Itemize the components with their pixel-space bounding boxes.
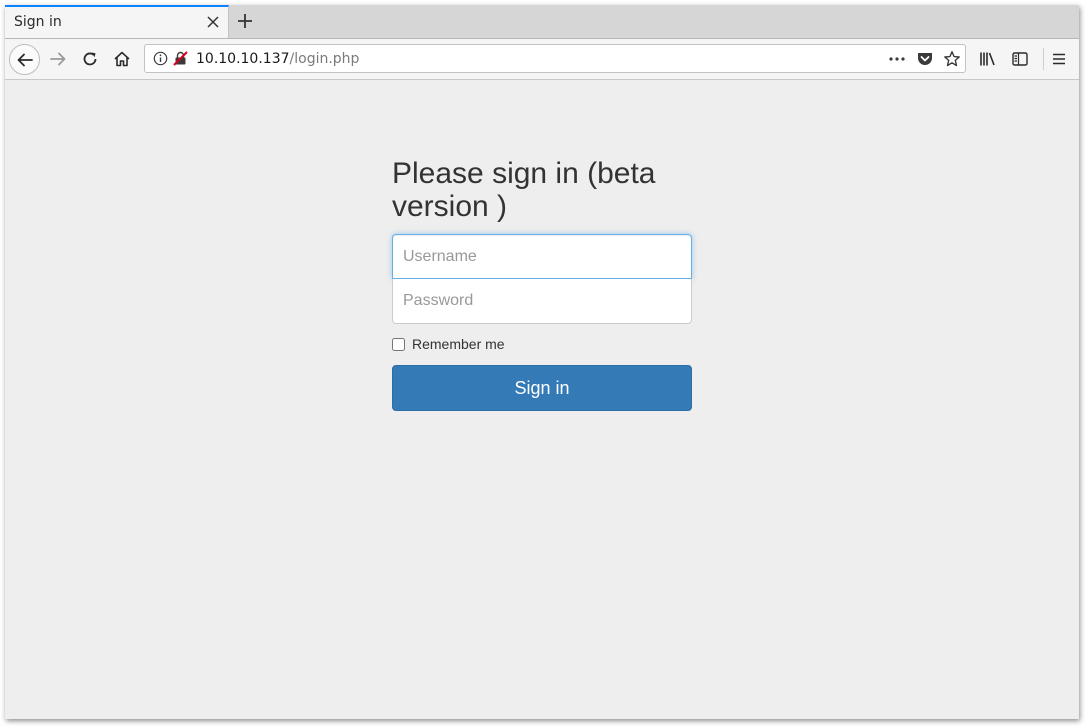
forward-arrow-icon[interactable] [49, 50, 67, 68]
hamburger-menu-icon[interactable] [1050, 50, 1068, 68]
reload-icon[interactable] [81, 50, 99, 68]
remember-me-checkbox[interactable] [392, 338, 405, 351]
url-host: 10.10.10.137 [196, 51, 290, 67]
url-text: 10.10.10.137/login.php [196, 51, 359, 67]
tab-sign-in[interactable]: Sign in [5, 5, 229, 38]
sidebar-icon[interactable] [1011, 50, 1029, 68]
username-input[interactable] [392, 234, 692, 279]
remember-me-label[interactable]: Remember me [412, 336, 505, 352]
back-button[interactable] [9, 44, 40, 75]
star-icon[interactable] [943, 50, 961, 68]
more-actions-icon[interactable] [888, 51, 906, 67]
address-bar[interactable]: 10.10.10.137/login.php [144, 44, 966, 73]
page-heading: Please sign in (beta version ) [392, 157, 656, 223]
page-content: Please sign in (beta version ) Remember … [5, 80, 1079, 719]
password-input[interactable] [392, 279, 692, 324]
library-icon[interactable] [979, 50, 997, 68]
plus-icon[interactable] [236, 12, 254, 30]
tab-strip: Sign in [5, 5, 1079, 39]
info-icon[interactable] [153, 51, 168, 66]
tab-title: Sign in [14, 14, 62, 30]
browser-window: Sign in 10.10.10.137/login.php Please si… [5, 5, 1079, 719]
insecure-lock-icon[interactable] [173, 51, 188, 66]
pocket-icon[interactable] [916, 50, 934, 68]
remember-me-row: Remember me [392, 336, 692, 355]
home-icon[interactable] [113, 50, 131, 68]
close-icon[interactable] [206, 15, 220, 29]
url-path: /login.php [289, 51, 360, 67]
back-arrow-icon [17, 53, 33, 67]
login-form: Please sign in (beta version ) Remember … [392, 157, 692, 411]
toolbar-separator [1043, 48, 1044, 70]
sign-in-button[interactable]: Sign in [392, 365, 692, 411]
navigation-toolbar: 10.10.10.137/login.php [5, 39, 1079, 80]
